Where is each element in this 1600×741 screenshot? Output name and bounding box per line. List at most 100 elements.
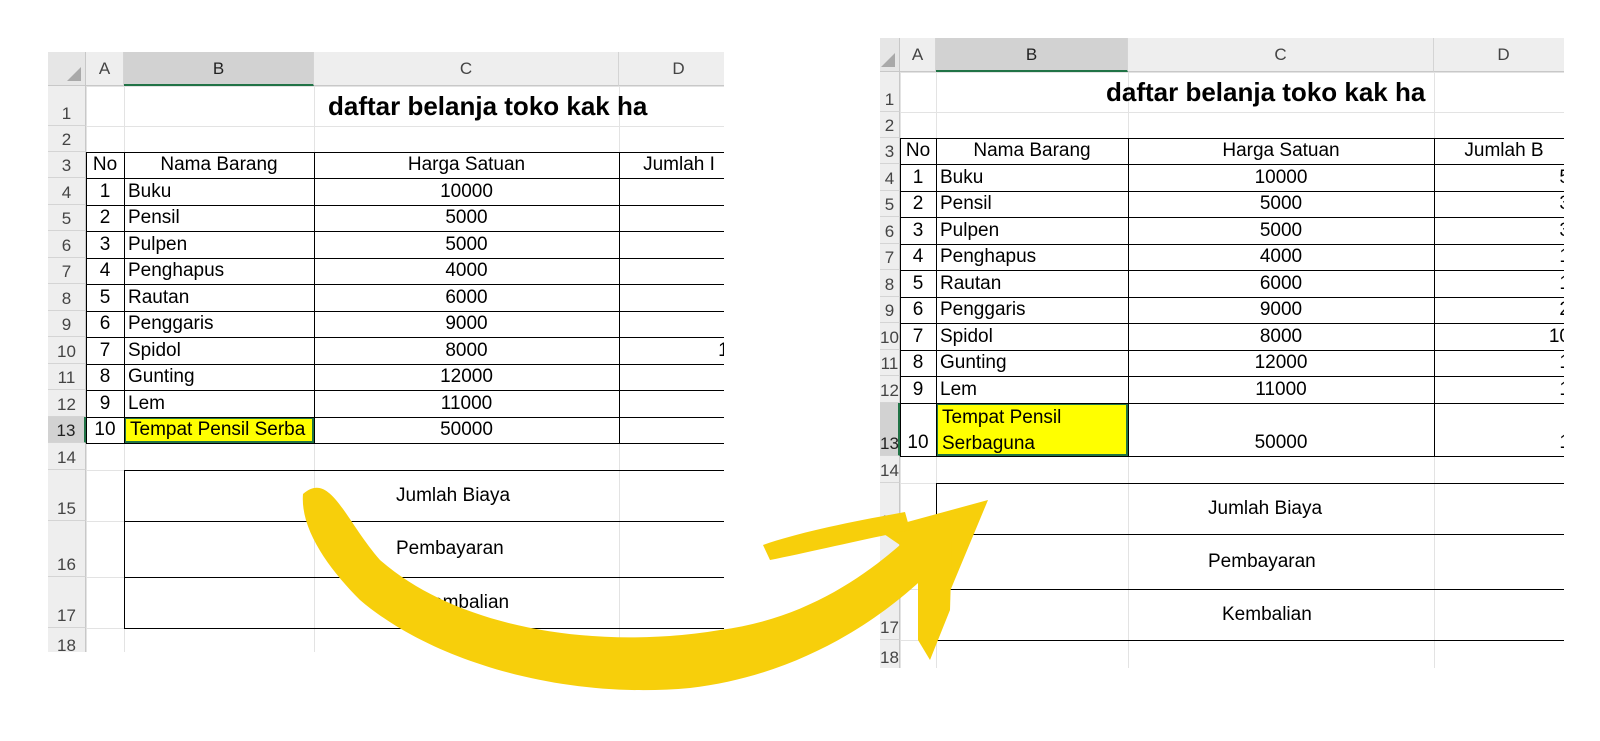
row-header-9[interactable]: 9 [880, 297, 900, 323]
item-no[interactable]: 4 [86, 258, 124, 284]
item-no[interactable]: 1 [86, 178, 124, 205]
item-nama[interactable]: Buku [936, 164, 1128, 191]
item-jumlah[interactable]: 1 [619, 284, 724, 311]
item-nama[interactable]: Gunting [124, 364, 314, 390]
row-header-13[interactable]: 13 [48, 417, 86, 443]
item-jumlah[interactable]: 10 [1434, 323, 1564, 350]
item-no[interactable]: 5 [86, 284, 124, 311]
item-nama[interactable]: Rautan [936, 270, 1128, 297]
column-header-d[interactable]: D [1434, 38, 1564, 72]
item-no[interactable]: 7 [86, 337, 124, 364]
item-no[interactable]: 1 [900, 164, 936, 191]
item-jumlah[interactable]: 3 [619, 231, 724, 258]
row-header-12[interactable]: 12 [48, 390, 86, 417]
row-header-9[interactable]: 9 [48, 311, 86, 337]
column-header-c[interactable]: C [314, 52, 619, 86]
item-jumlah[interactable]: 3 [1434, 191, 1564, 217]
item-nama[interactable]: Pensil [936, 191, 1128, 217]
item-jumlah[interactable]: 2 [619, 311, 724, 337]
item-no[interactable]: 4 [900, 244, 936, 270]
item-harga[interactable]: 8000 [1128, 323, 1434, 350]
item-jumlah[interactable]: 1 [619, 258, 724, 284]
row-header-10[interactable]: 10 [48, 337, 86, 364]
item-harga[interactable]: 5000 [1128, 217, 1434, 244]
row-header-14[interactable]: 14 [880, 456, 900, 483]
item-no[interactable]: 3 [86, 231, 124, 258]
item-jumlah[interactable]: 1 [1434, 403, 1564, 456]
item-no[interactable]: 6 [86, 311, 124, 337]
row-header-10[interactable]: 10 [880, 323, 900, 350]
row-header-15[interactable]: 15 [880, 483, 900, 534]
item-no[interactable]: 2 [900, 191, 936, 217]
item-nama[interactable]: Penghapus [124, 258, 314, 284]
column-header-b[interactable]: B [124, 52, 314, 86]
item-harga[interactable]: 4000 [1128, 244, 1434, 270]
column-header-c[interactable]: C [1128, 38, 1434, 72]
item-nama[interactable]: Tempat Pensil Serba [124, 417, 314, 443]
item-nama[interactable]: Lem [936, 376, 1128, 403]
item-harga[interactable]: 6000 [314, 284, 619, 311]
item-jumlah[interactable]: 5 [1434, 164, 1564, 191]
row-header-8[interactable]: 8 [880, 270, 900, 297]
row-header-15[interactable]: 15 [48, 470, 86, 521]
row-header-7[interactable]: 7 [880, 244, 900, 270]
item-no[interactable]: 8 [900, 350, 936, 376]
item-nama[interactable]: Penggaris [124, 311, 314, 337]
item-jumlah[interactable]: 1 [619, 390, 724, 417]
item-jumlah[interactable]: 1 [1434, 270, 1564, 297]
row-header-5[interactable]: 5 [880, 191, 900, 217]
item-nama[interactable]: Rautan [124, 284, 314, 311]
row-header-16[interactable]: 16 [880, 534, 900, 589]
item-jumlah[interactable]: 1( [619, 337, 724, 364]
item-no[interactable]: 6 [900, 297, 936, 323]
item-jumlah[interactable]: 1 [1434, 350, 1564, 376]
item-no[interactable]: 5 [900, 270, 936, 297]
item-nama[interactable]: Lem [124, 390, 314, 417]
item-nama[interactable]: Spidol [124, 337, 314, 364]
item-no[interactable]: 9 [86, 390, 124, 417]
row-header-17[interactable]: 17 [48, 577, 86, 628]
item-nama[interactable]: Pulpen [124, 231, 314, 258]
item-no[interactable]: 10 [900, 403, 936, 456]
item-no[interactable]: 7 [900, 323, 936, 350]
item-nama[interactable]: Penghapus [936, 244, 1128, 270]
row-header-18[interactable]: 18 [48, 628, 86, 652]
item-nama[interactable]: Buku [124, 178, 314, 205]
row-header-2[interactable]: 2 [48, 126, 86, 152]
row-header-4[interactable]: 4 [48, 178, 86, 205]
item-jumlah[interactable]: 2 [1434, 297, 1564, 323]
row-header-4[interactable]: 4 [880, 164, 900, 191]
row-header-3[interactable]: 3 [48, 152, 86, 178]
column-header-a[interactable]: A [900, 38, 936, 72]
row-header-12[interactable]: 12 [880, 376, 900, 403]
row-header-8[interactable]: 8 [48, 284, 86, 311]
row-header-11[interactable]: 11 [48, 364, 86, 390]
row-header-18[interactable]: 18 [880, 640, 900, 668]
row-header-5[interactable]: 5 [48, 205, 86, 231]
item-harga[interactable]: 5000 [314, 205, 619, 231]
item-jumlah[interactable]: 3 [619, 205, 724, 231]
item-jumlah[interactable]: 1 [1434, 376, 1564, 403]
item-nama[interactable]: Pensil [124, 205, 314, 231]
item-jumlah[interactable]: 1 [619, 417, 724, 443]
select-all-corner[interactable] [48, 52, 86, 86]
item-nama[interactable]: Gunting [936, 350, 1128, 376]
item-nama[interactable]: Penggaris [936, 297, 1128, 323]
row-header-6[interactable]: 6 [48, 231, 86, 258]
row-header-1[interactable]: 1 [48, 86, 86, 126]
column-header-a[interactable]: A [86, 52, 124, 86]
select-all-corner[interactable] [880, 38, 900, 72]
item-harga[interactable]: 9000 [1128, 297, 1434, 323]
item-harga[interactable]: 5000 [314, 231, 619, 258]
row-header-13[interactable]: 13 [880, 403, 900, 456]
item-nama[interactable]: Tempat Pensil Serbaguna [936, 403, 1128, 456]
item-nama[interactable]: Pulpen [936, 217, 1128, 244]
item-harga[interactable]: 6000 [1128, 270, 1434, 297]
item-nama[interactable]: Spidol [936, 323, 1128, 350]
item-no[interactable]: 2 [86, 205, 124, 231]
item-harga[interactable]: 50000 [314, 417, 619, 443]
item-no[interactable]: 8 [86, 364, 124, 390]
item-harga[interactable]: 9000 [314, 311, 619, 337]
item-harga[interactable]: 5000 [1128, 191, 1434, 217]
row-header-2[interactable]: 2 [880, 112, 900, 138]
